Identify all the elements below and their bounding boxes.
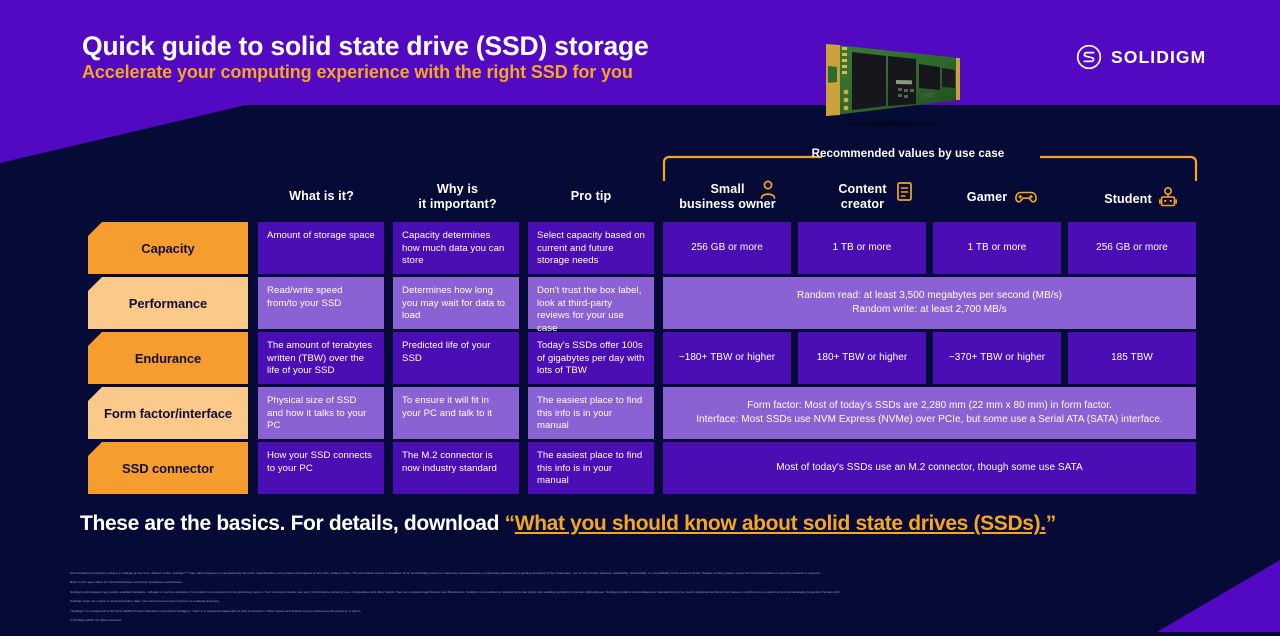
column-header-gamer: Gamer: [940, 189, 1065, 205]
column-header-small-business-owner: Small business owner: [679, 180, 776, 211]
legal-disclaimer: All information provided is subject to c…: [70, 570, 1210, 627]
cell-endurance-why: Predicted life of your SSD: [393, 332, 519, 384]
row-label-form-factor: Form factor/interface: [88, 387, 248, 439]
legal-paragraph-2: Refer to the spec sheet for formal defin…: [70, 580, 183, 585]
column-header-content-creator: Content creator: [800, 182, 925, 212]
cta-line: These are the basics. For details, downl…: [80, 512, 1056, 536]
legal-paragraph-5: “Solidigm” is a trademark of SK hynix NA…: [70, 608, 362, 613]
cell-endurance-protip: Today's SSDs offer 100s of gigabytes per…: [528, 332, 654, 384]
solidigm-logo: SOLIDIGM: [1076, 44, 1206, 70]
cell-performance-what: Read/write speed from/to your SSD: [258, 277, 384, 329]
cell-ssd-connector-protip: The easiest place to find this info is i…: [528, 442, 654, 494]
row-label-performance: Performance: [88, 277, 248, 329]
row-label-capacity: Capacity: [88, 222, 248, 274]
gamepad-icon: [1015, 191, 1038, 203]
row-label-endurance: Endurance: [88, 332, 248, 384]
infographic-page: Quick guide to solid state drive (SSD) s…: [0, 0, 1280, 636]
cta-prefix: These are the basics. For details, downl…: [80, 512, 505, 535]
person-icon: [760, 180, 776, 199]
row-label-ssd-connector: SSD connector: [88, 442, 248, 494]
cell-performance-recommended: Random read: at least 3,500 megabytes pe…: [663, 277, 1196, 329]
cell-form-factor-what: Physical size of SSD and how it talks to…: [258, 387, 384, 439]
cell-capacity-gamer: 1 TB or more: [933, 222, 1061, 274]
column-header-what: What is it?: [289, 189, 354, 203]
logo-wordmark: SOLIDIGM: [1111, 46, 1207, 67]
cell-performance-why: Determines how long you may wait for dat…: [393, 277, 519, 329]
ssd-product-image: [818, 20, 968, 135]
cell-endurance-gamer: ~370+ TBW or higher: [933, 332, 1061, 384]
use-case-bracket: [662, 155, 1198, 181]
cell-form-factor-protip: The easiest place to find this info is i…: [528, 387, 654, 439]
solidigm-mark-icon: [1076, 44, 1102, 70]
page-subtitle: Accelerate your computing experience wit…: [82, 62, 633, 82]
cta-link[interactable]: What you should know about solid state d…: [515, 512, 1046, 535]
legal-paragraph-6: © Solidigm 2022. All rights reserved.: [70, 618, 122, 623]
cell-capacity-protip: Select capacity based on current and fut…: [528, 222, 654, 274]
cell-capacity-creator: 1 TB or more: [798, 222, 926, 274]
cell-endurance-creator: 180+ TBW or higher: [798, 332, 926, 384]
cell-capacity-smb: 256 GB or more: [663, 222, 791, 274]
legal-paragraph-3: Solidigm technologies may require enable…: [70, 589, 841, 594]
cell-form-factor-why: To ensure it will fit in your PC and tal…: [393, 387, 519, 439]
legal-paragraph-4: Solidigm does not control or audit third…: [70, 599, 220, 604]
cell-ssd-connector-recommended: Most of today's SSDs use an M.2 connecto…: [663, 442, 1196, 494]
page-title: Quick guide to solid state drive (SSD) s…: [82, 31, 649, 61]
column-header-protip: Pro tip: [570, 189, 612, 203]
cell-capacity-why: Capacity determines how much data you ca…: [393, 222, 519, 274]
legal-paragraph-1: All information provided is subject to c…: [70, 571, 821, 575]
cell-endurance-student: 185 TBW: [1068, 332, 1196, 384]
column-header-why: Why is it important?: [418, 182, 497, 211]
cta-open-quote: “: [504, 512, 516, 535]
cell-endurance-smb: ~180+ TBW or higher: [663, 332, 791, 384]
column-header-student: Student: [1078, 187, 1203, 209]
cell-endurance-what: The amount of terabytes written (TBW) ov…: [258, 332, 384, 384]
cell-form-factor-recommended: Form factor: Most of today's SSDs are 2,…: [663, 387, 1196, 439]
bottom-strip: [0, 632, 1280, 636]
cell-ssd-connector-why: The M.2 connector is now industry standa…: [393, 442, 519, 494]
document-icon: [897, 182, 912, 201]
cell-performance-protip: Don't trust the box label, look at third…: [528, 277, 654, 334]
cta-close-quote: ”: [1045, 512, 1057, 535]
header-diagonal-accent: [0, 105, 246, 163]
cell-ssd-connector-what: How your SSD connects to your PC: [258, 442, 384, 494]
student-icon: [1158, 187, 1177, 207]
cell-capacity-what: Amount of storage space: [258, 222, 384, 274]
cell-capacity-student: 256 GB or more: [1068, 222, 1196, 274]
ssd-shadow: [828, 120, 956, 127]
